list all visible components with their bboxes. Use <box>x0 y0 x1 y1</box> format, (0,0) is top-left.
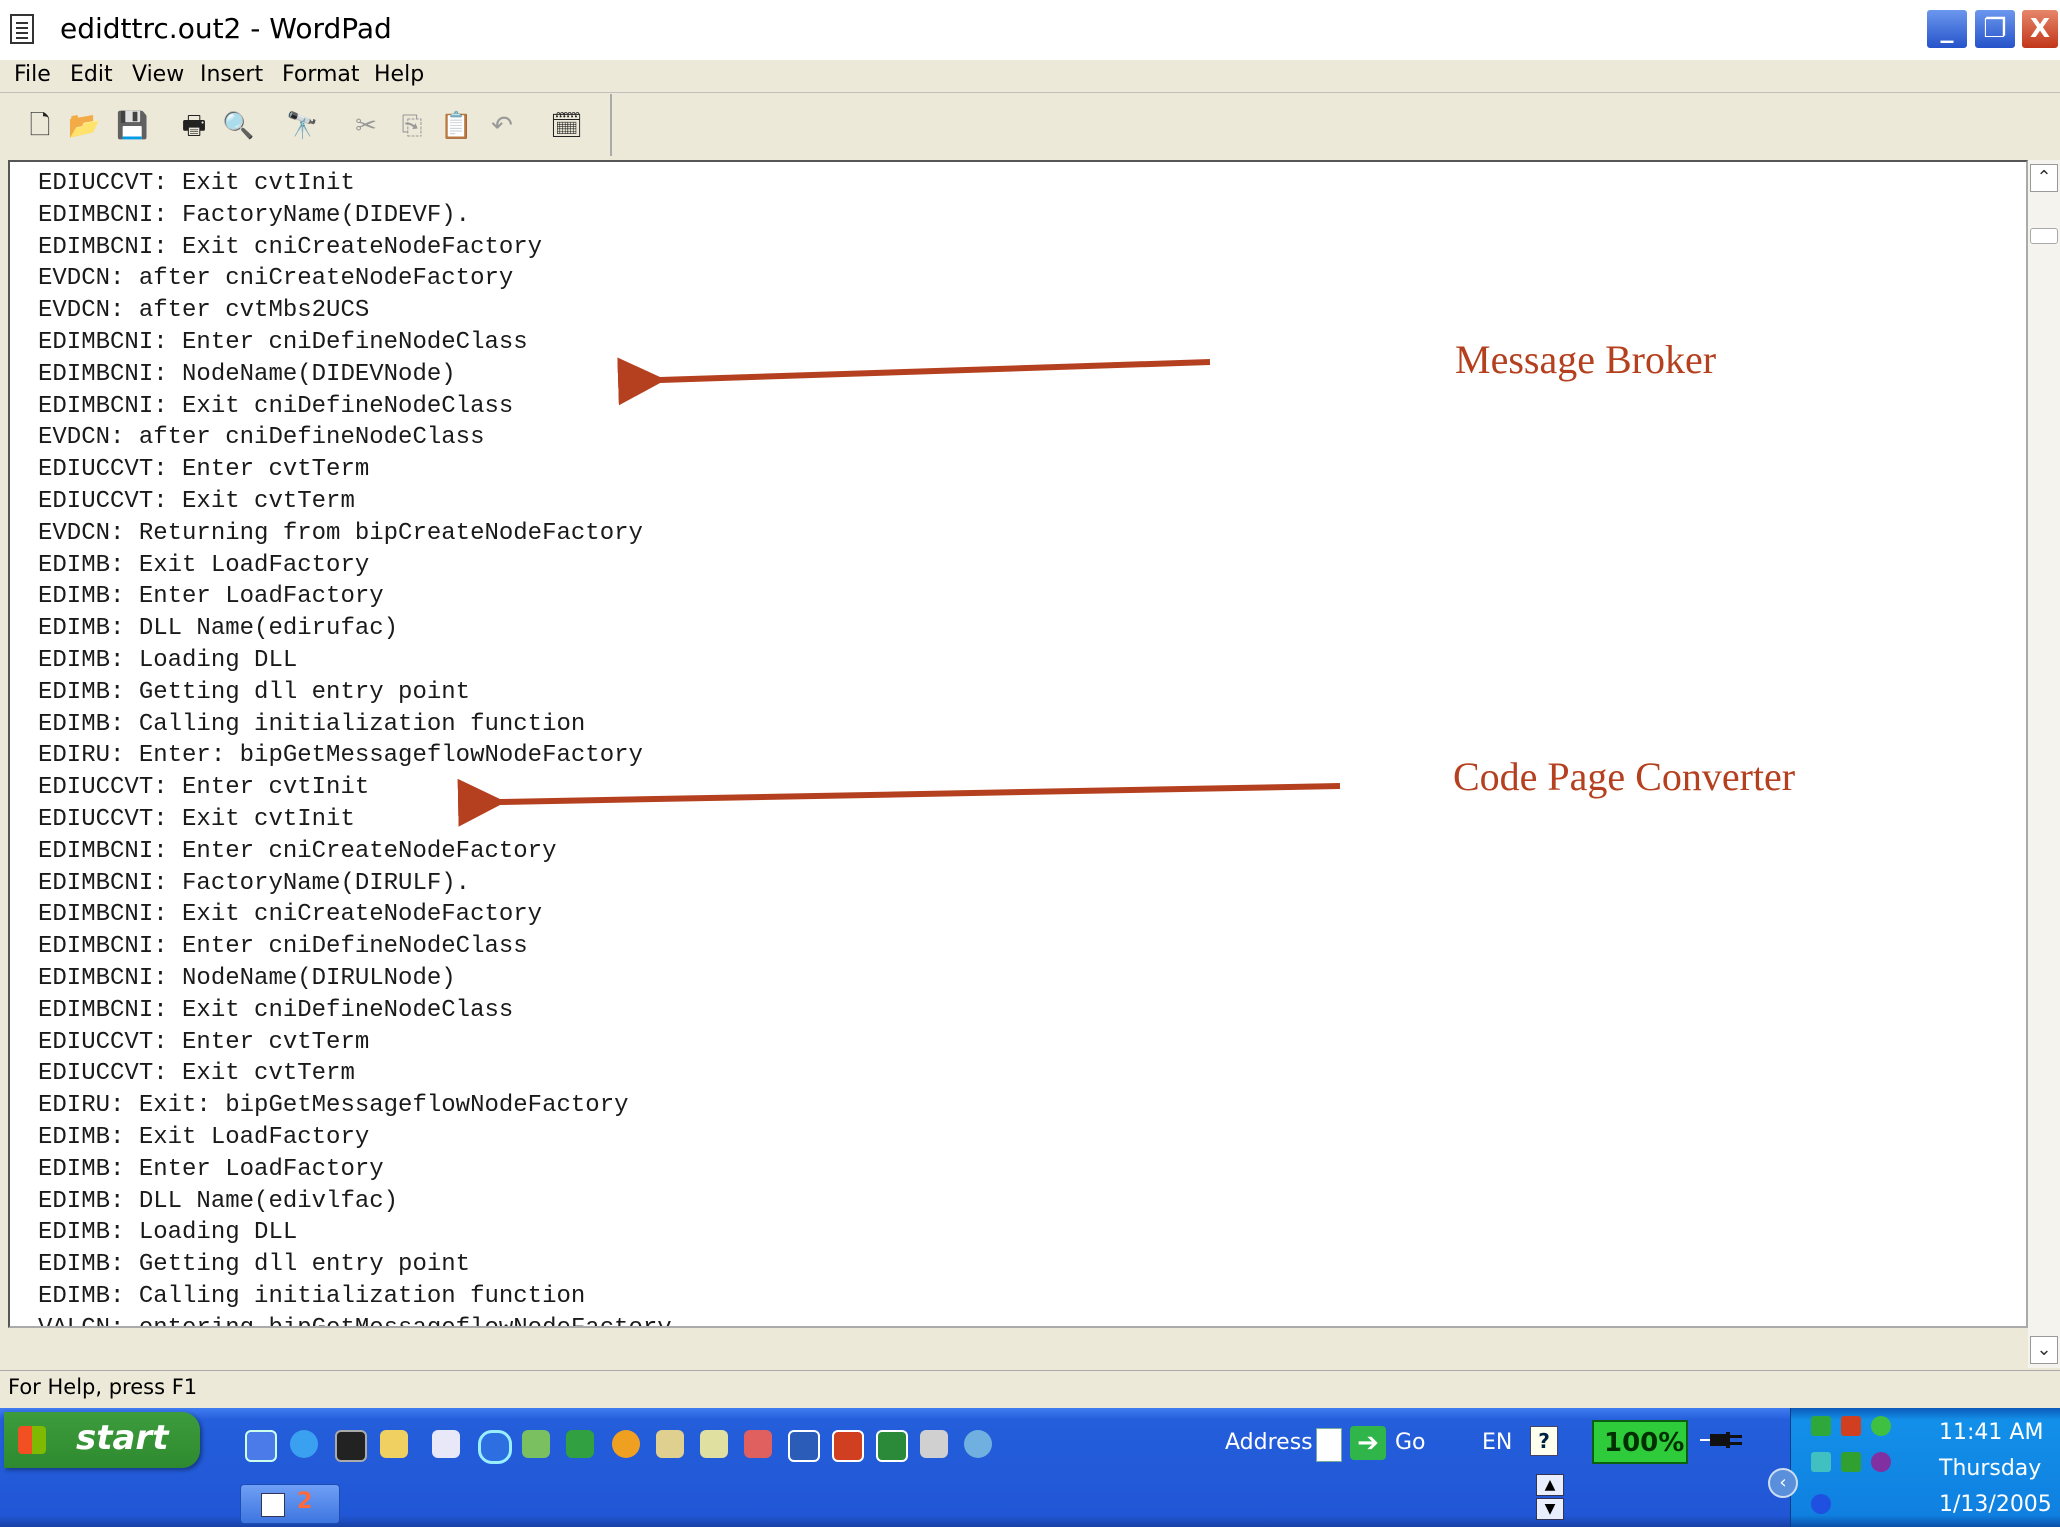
paste-icon[interactable]: 📋 <box>440 110 472 142</box>
menu-edit[interactable]: Edit <box>66 62 117 87</box>
new-document-icon[interactable]: 🗋 <box>24 110 56 142</box>
internet-explorer-icon[interactable] <box>290 1430 318 1458</box>
tray-expand-button[interactable]: ‹ <box>1768 1468 1798 1498</box>
cut-icon[interactable]: ✂ <box>350 110 382 142</box>
copy-icon[interactable]: ⎘ <box>396 110 428 142</box>
folder-icon[interactable] <box>380 1430 408 1458</box>
insert-date-time-icon[interactable]: 🗓 <box>550 110 583 142</box>
undo-icon[interactable]: ↶ <box>486 110 518 142</box>
close-button[interactable]: X <box>2020 8 2060 50</box>
toolbar: 🗋 📂 💾 🖶 🔍 🔭 ✂ ⎘ 📋 ↶ 🗓 <box>0 94 612 156</box>
network-icon[interactable] <box>522 1430 550 1458</box>
print-preview-icon[interactable]: 🔍 <box>222 110 254 142</box>
taskbar-scroll-up-button[interactable]: ▲ <box>1536 1474 1564 1496</box>
arrow-message-broker <box>617 357 1211 406</box>
messenger-icon[interactable] <box>964 1430 992 1458</box>
annotation-message-broker: Message Broker <box>1455 337 1717 382</box>
wordpad-task-icon <box>261 1493 285 1517</box>
clock-date: 1/13/2005 <box>1939 1492 2052 1517</box>
menu-insert[interactable]: Insert <box>196 62 267 87</box>
tray-sync-icon[interactable] <box>1871 1452 1891 1472</box>
print-icon[interactable]: 🖶 <box>178 110 210 142</box>
window-title: edidttrc.out2 - WordPad <box>60 12 392 45</box>
quicklaunch-app-icon[interactable] <box>245 1430 277 1462</box>
tools-icon[interactable] <box>744 1430 772 1458</box>
excel-icon[interactable] <box>876 1430 908 1462</box>
language-help-icon[interactable]: ? <box>1530 1426 1558 1456</box>
wordpad-app-icon[interactable] <box>10 14 34 44</box>
zoom-level: 100% <box>1604 1428 1685 1458</box>
annotation-code-page-converter: Code Page Converter <box>1453 754 1796 799</box>
scroll-down-button[interactable]: ⌄ <box>2030 1336 2058 1364</box>
annotation-arrows <box>457 357 1341 827</box>
address-toolbar-label: Address <box>1225 1430 1313 1455</box>
tray-users-icon[interactable] <box>1871 1416 1891 1436</box>
vertical-scrollbar[interactable]: ⌃ ⌄ <box>2028 160 2060 1368</box>
taskbar: start 2 Address ➔ Go EN ? ▲ ▼ 100% 11:41… <box>0 1408 2060 1527</box>
menu-file[interactable]: File <box>10 62 55 87</box>
scroll-thumb[interactable] <box>2030 228 2058 244</box>
menu-bar: File Edit View Insert Format Help <box>0 60 2060 93</box>
menu-help[interactable]: Help <box>370 62 428 87</box>
media-icon[interactable] <box>612 1430 640 1458</box>
language-indicator[interactable]: EN <box>1482 1430 1512 1455</box>
power-plug-icon[interactable] <box>1700 1430 1750 1450</box>
search-icon[interactable] <box>478 1430 512 1464</box>
find-icon[interactable]: 🔭 <box>286 110 318 142</box>
go-button[interactable]: Go <box>1395 1430 1426 1455</box>
tray-meter-icon[interactable] <box>1841 1452 1861 1472</box>
status-bar: For Help, press F1 <box>0 1370 2060 1407</box>
minimize-button[interactable]: _ <box>1925 8 1969 50</box>
open-folder-icon[interactable]: 📂 <box>68 110 100 142</box>
toolbar-empty-area <box>612 94 2060 156</box>
restore-button[interactable]: ❐ <box>1973 8 2017 50</box>
task-count: 2 <box>297 1489 313 1514</box>
calendar-icon[interactable] <box>656 1430 684 1458</box>
word-icon[interactable] <box>788 1430 820 1462</box>
clock-day: Thursday <box>1939 1456 2042 1481</box>
menu-format[interactable]: Format <box>278 62 364 87</box>
command-prompt-icon[interactable] <box>335 1430 367 1462</box>
document-area[interactable]: EDIUCCVT: Exit cvtInit EDIMBCNI: FactoryN… <box>8 160 2028 1328</box>
go-arrow-icon[interactable]: ➔ <box>1350 1426 1386 1460</box>
taskbar-wordpad-group-button[interactable]: 2 <box>240 1484 340 1524</box>
arrow-code-page-converter <box>457 778 1341 827</box>
powerpoint-icon[interactable] <box>832 1430 864 1462</box>
paint-icon[interactable] <box>920 1430 948 1458</box>
scroll-up-button[interactable]: ⌃ <box>2030 164 2058 192</box>
system-tray: 11:41 AM Thursday 1/13/2005 <box>1790 1408 2060 1527</box>
start-button[interactable]: start <box>4 1412 200 1468</box>
notepad-icon[interactable] <box>432 1430 460 1458</box>
book-icon[interactable] <box>700 1430 728 1458</box>
clock-time[interactable]: 11:41 AM <box>1939 1420 2043 1445</box>
taskbar-scroll-down-button[interactable]: ▼ <box>1536 1498 1564 1520</box>
windows-logo-icon <box>18 1426 46 1454</box>
tray-alert-icon[interactable] <box>1841 1416 1861 1436</box>
tray-green-icon[interactable] <box>1811 1416 1831 1436</box>
zoom-indicator[interactable]: 100% <box>1592 1420 1688 1464</box>
menu-view[interactable]: View <box>128 62 188 87</box>
home-icon[interactable] <box>566 1430 594 1458</box>
tray-network-icon[interactable] <box>1811 1452 1831 1472</box>
status-text: For Help, press F1 <box>8 1375 198 1399</box>
address-input[interactable] <box>1316 1428 1342 1462</box>
save-icon[interactable]: 💾 <box>116 110 148 142</box>
start-label: start <box>76 1418 169 1458</box>
title-bar[interactable]: edidttrc.out2 - WordPad _ ❐ X <box>0 0 2060 61</box>
bluetooth-icon[interactable] <box>1811 1494 1831 1514</box>
